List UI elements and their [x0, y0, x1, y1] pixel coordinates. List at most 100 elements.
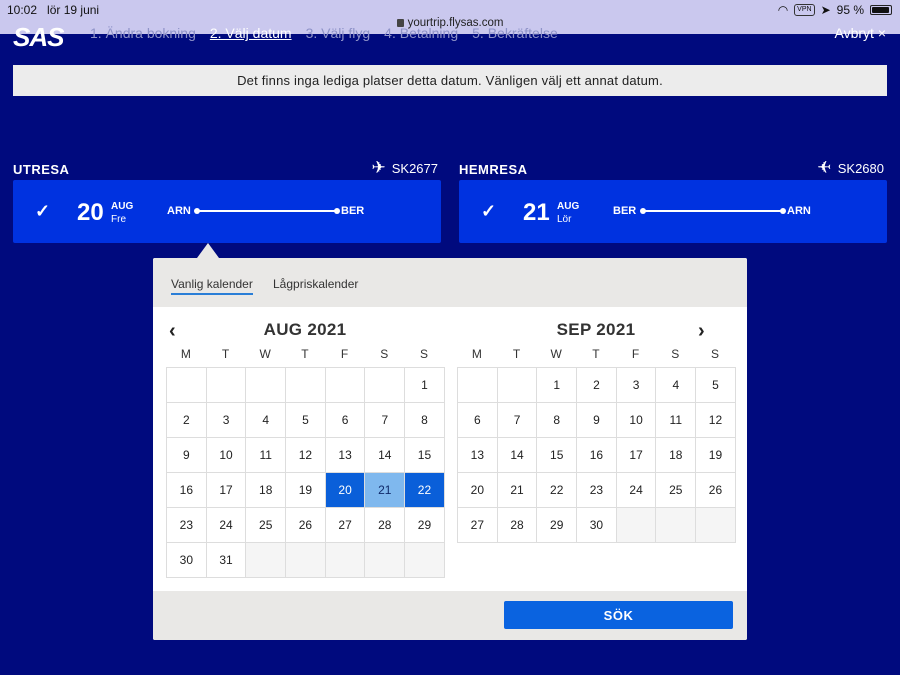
calendar-day[interactable]: 6 [325, 403, 366, 438]
step-5[interactable]: 5. Bekräftelse [472, 25, 558, 41]
calendar-day[interactable]: 24 [206, 508, 247, 543]
calendar-day[interactable]: 3 [206, 403, 247, 438]
calendar-day[interactable]: 5 [696, 368, 736, 403]
calendar-day[interactable]: 6 [458, 403, 498, 438]
calendar-day[interactable]: 23 [577, 473, 617, 508]
calendar-day[interactable]: 17 [206, 473, 247, 508]
calendar-day[interactable]: 25 [656, 473, 697, 508]
calendar-day[interactable]: 8 [405, 403, 445, 438]
availability-alert: Det finns inga lediga platser detta datu… [13, 65, 887, 96]
calendar-day[interactable]: 18 [246, 473, 287, 508]
calendar-day[interactable]: 28 [497, 508, 538, 543]
calendar-day[interactable]: 28 [365, 508, 406, 543]
calendar-day[interactable]: 18 [656, 438, 697, 473]
month-title: AUG 2021 [263, 320, 347, 339]
calendar-day[interactable]: 30 [577, 508, 617, 543]
calendar-day[interactable]: 22 [405, 473, 445, 508]
calendar-day[interactable]: 29 [537, 508, 578, 543]
calendar-day[interactable]: 25 [246, 508, 287, 543]
tab-low-price-calendar[interactable]: Lågpriskalender [273, 277, 358, 291]
calendar-day[interactable]: 9 [167, 438, 207, 473]
calendar-day[interactable]: 13 [325, 438, 366, 473]
calendar-day[interactable]: 16 [167, 473, 207, 508]
outbound-day: 20 [77, 199, 104, 226]
calendar-day[interactable]: 20 [458, 473, 498, 508]
calendar-day[interactable]: 12 [696, 403, 736, 438]
calendar-day[interactable]: 27 [325, 508, 366, 543]
calendar-day[interactable]: 21 [497, 473, 538, 508]
step-1[interactable]: 1. Ändra bokning [90, 25, 196, 41]
calendar-day[interactable]: 19 [696, 438, 736, 473]
sas-logo[interactable]: SAS [13, 22, 64, 53]
calendar-day[interactable]: 7 [497, 403, 538, 438]
calendar-day[interactable]: 14 [365, 438, 406, 473]
calendar-day[interactable]: 4 [656, 368, 697, 403]
calendar-day[interactable]: 4 [246, 403, 287, 438]
calendar-day[interactable]: 20 [325, 473, 366, 508]
battery-icon [870, 5, 892, 15]
calendar-day[interactable]: 27 [458, 508, 498, 543]
calendar-day[interactable]: 2 [167, 403, 207, 438]
route-line [194, 208, 340, 214]
calendar-day-empty [696, 508, 736, 543]
status-icons: ◠ VPN ➤ 95 % [778, 3, 892, 17]
calendar-day[interactable]: 1 [537, 368, 578, 403]
calendar-day-empty [286, 543, 326, 578]
calendar-day[interactable]: 14 [497, 438, 538, 473]
calendar-day[interactable]: 12 [286, 438, 326, 473]
location-icon: ➤ [820, 3, 831, 17]
weekday-label: S [380, 347, 389, 361]
calendar-day-empty [246, 368, 287, 403]
check-icon: ✓ [35, 201, 51, 221]
calendar-day[interactable]: 13 [458, 438, 498, 473]
calendar-day[interactable]: 1 [405, 368, 445, 403]
calendar-day[interactable]: 16 [577, 438, 617, 473]
outbound-title: UTRESA [13, 162, 70, 177]
calendar-tabs: Vanlig kalender Lågpriskalender [153, 258, 747, 307]
calendar-day-empty [405, 543, 445, 578]
calendar-day[interactable]: 26 [696, 473, 736, 508]
month-title: SEP 2021 [556, 320, 636, 339]
calendar-day[interactable]: 23 [167, 508, 207, 543]
calendar-day[interactable]: 9 [577, 403, 617, 438]
calendar-day[interactable]: 24 [616, 473, 657, 508]
weekday-label: T [512, 347, 521, 361]
outbound-card[interactable]: ✓ 20 AUG Fre ARN BER [13, 180, 441, 243]
calendar-day[interactable]: 2 [577, 368, 617, 403]
calendar-day[interactable]: 30 [167, 543, 207, 578]
tab-regular-calendar[interactable]: Vanlig kalender [171, 277, 253, 295]
weekday-header: MTWTFSS [166, 347, 444, 361]
calendar-day[interactable]: 21 [365, 473, 406, 508]
return-to: ARN [787, 205, 811, 217]
calendar-day[interactable]: 15 [405, 438, 445, 473]
weekday-label: S [419, 347, 428, 361]
calendar-day[interactable]: 7 [365, 403, 406, 438]
calendar-day[interactable]: 29 [405, 508, 445, 543]
weekday-header: MTWTFSS [457, 347, 735, 361]
calendar-day[interactable]: 31 [206, 543, 247, 578]
calendar-day[interactable]: 11 [656, 403, 697, 438]
wifi-icon: ◠ [777, 3, 789, 17]
calendar-day[interactable]: 5 [286, 403, 326, 438]
calendar-day[interactable]: 8 [537, 403, 578, 438]
weekday-label: M [180, 347, 191, 361]
calendar-day[interactable]: 10 [206, 438, 247, 473]
step-2[interactable]: 2. Välj datum [210, 25, 292, 41]
weekday-label: W [550, 347, 562, 361]
calendar-day[interactable]: 3 [616, 368, 657, 403]
plane-icon: ✈ [817, 158, 832, 177]
calendar-day[interactable]: 22 [537, 473, 578, 508]
return-card[interactable]: ✓ 21 AUG Lör BER ARN [459, 180, 887, 243]
calendar-day-empty [365, 368, 406, 403]
calendar-day[interactable]: 11 [246, 438, 287, 473]
step-4[interactable]: 4. Betalning [384, 25, 458, 41]
check-icon: ✓ [481, 201, 497, 221]
calendar-day[interactable]: 19 [286, 473, 326, 508]
abort-button[interactable]: Avbryt × [835, 25, 887, 41]
step-3[interactable]: 3. Välj flyg [306, 25, 371, 41]
calendar-day[interactable]: 26 [286, 508, 326, 543]
calendar-day[interactable]: 17 [616, 438, 657, 473]
search-button[interactable]: SÖK [504, 601, 733, 629]
calendar-day[interactable]: 10 [616, 403, 657, 438]
calendar-day[interactable]: 15 [537, 438, 578, 473]
